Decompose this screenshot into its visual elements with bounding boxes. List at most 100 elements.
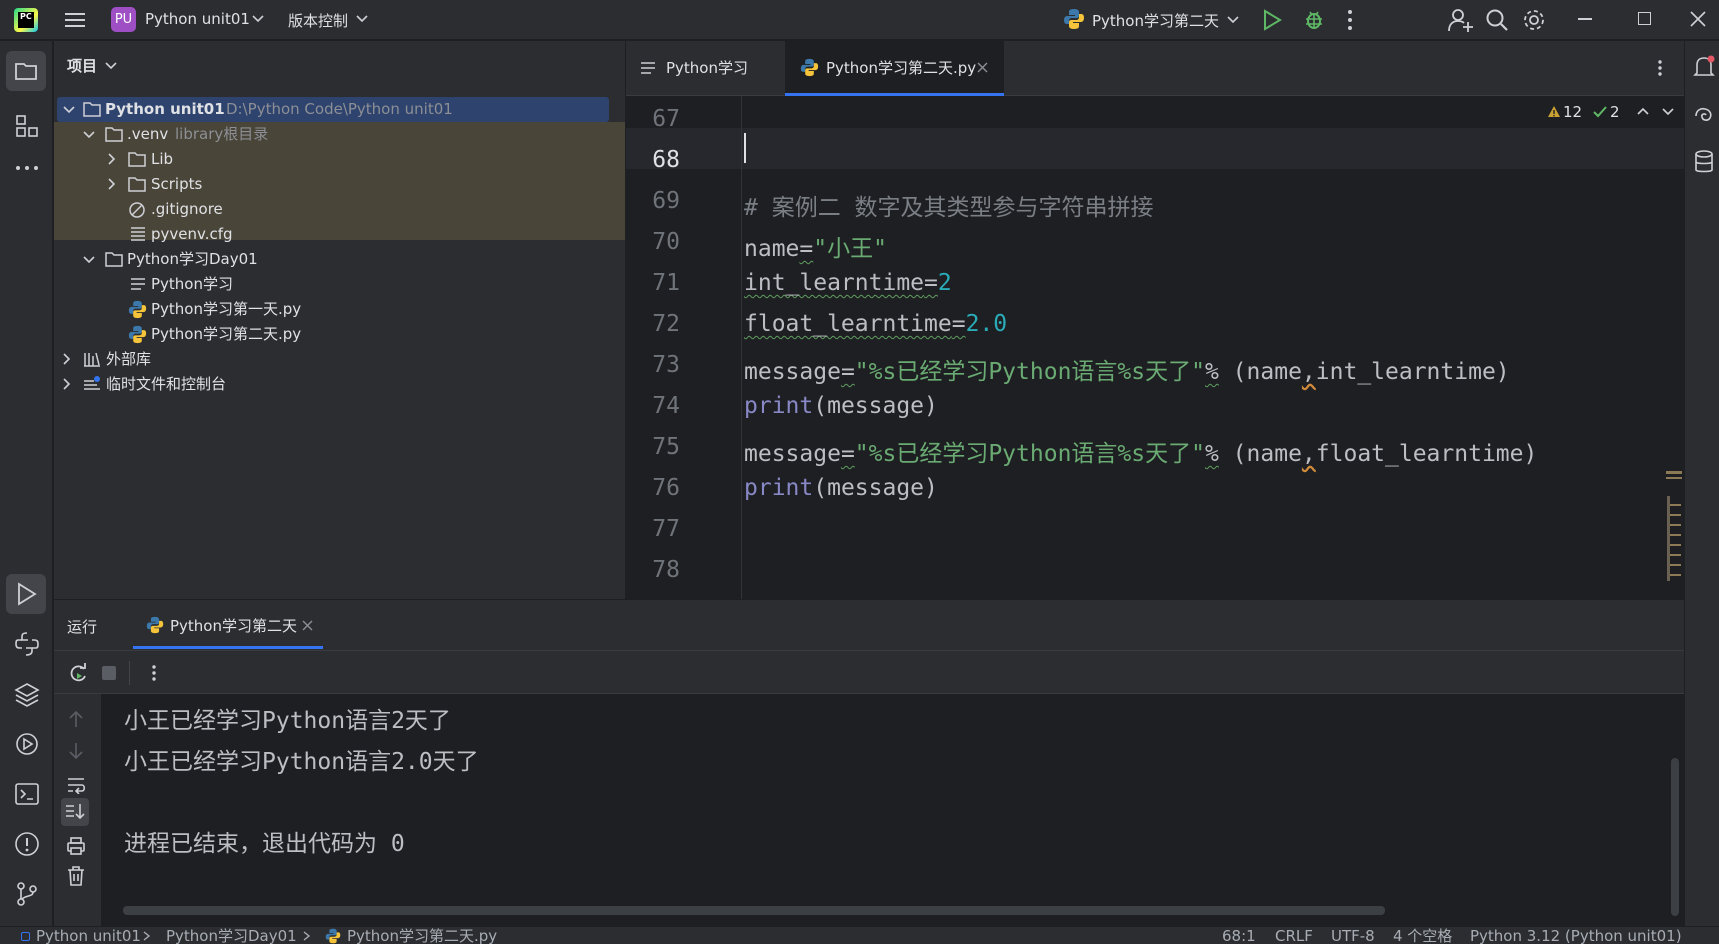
close-icon[interactable] bbox=[1690, 11, 1706, 27]
tree-row-scripts[interactable]: Scripts bbox=[54, 172, 625, 197]
console-horizontal-scrollbar[interactable] bbox=[123, 906, 1385, 915]
notifications-icon[interactable] bbox=[1693, 55, 1715, 79]
breadcrumb-project[interactable]: Python unit01 bbox=[36, 927, 141, 944]
main-menu-icon[interactable] bbox=[64, 10, 86, 30]
chevron-down-icon[interactable] bbox=[83, 130, 95, 140]
chevron-down-icon[interactable] bbox=[105, 61, 117, 71]
chevron-up-icon[interactable] bbox=[1637, 107, 1649, 116]
file-encoding[interactable]: UTF-8 bbox=[1331, 927, 1375, 944]
database-icon[interactable] bbox=[1694, 150, 1714, 174]
code-line-72[interactable]: float_learntime=2.0 bbox=[744, 311, 1007, 337]
ai-assistant-icon[interactable] bbox=[1693, 105, 1715, 127]
debug-icon[interactable] bbox=[1303, 9, 1325, 31]
project-badge[interactable]: PU bbox=[111, 7, 136, 32]
search-icon[interactable] bbox=[1485, 8, 1509, 32]
close-tab-icon[interactable] bbox=[977, 62, 988, 73]
arrow-down-icon[interactable] bbox=[68, 742, 84, 760]
more-tools-icon[interactable] bbox=[15, 164, 39, 172]
soft-wrap-icon[interactable] bbox=[66, 776, 86, 794]
project-tool-button[interactable] bbox=[6, 51, 46, 91]
more-vertical-icon[interactable] bbox=[1657, 59, 1663, 77]
chevron-down-icon[interactable] bbox=[356, 14, 368, 24]
chevron-down-icon[interactable] bbox=[1227, 15, 1239, 25]
services-icon[interactable] bbox=[14, 731, 40, 757]
python-interpreter[interactable]: Python 3.12 (Python unit01) bbox=[1470, 927, 1682, 944]
tab-active-day2[interactable]: Python学习第二天.py bbox=[785, 41, 1004, 96]
stop-icon[interactable] bbox=[102, 666, 116, 680]
line-number: 77 bbox=[652, 516, 680, 542]
code-line-71[interactable]: int_learntime=2 bbox=[744, 270, 952, 296]
arrow-up-icon[interactable] bbox=[68, 710, 84, 728]
ok-count[interactable]: 2 bbox=[1610, 103, 1620, 121]
code-line-76[interactable]: print(message) bbox=[744, 475, 938, 501]
pycharm-logo-icon[interactable]: PC bbox=[14, 8, 38, 32]
terminal-icon[interactable] bbox=[14, 781, 40, 807]
line-number: 73 bbox=[652, 352, 680, 378]
trash-icon[interactable] bbox=[67, 866, 85, 886]
tree-row-scratches[interactable]: 临时文件和控制台 bbox=[54, 372, 625, 397]
line-number: 75 bbox=[652, 434, 680, 460]
print-icon[interactable] bbox=[66, 836, 86, 856]
scroll-to-end-button[interactable] bbox=[61, 798, 89, 826]
warnings-count[interactable]: 12 bbox=[1563, 103, 1582, 121]
caret-position[interactable]: 68:1 bbox=[1222, 927, 1256, 944]
chevron-right-icon[interactable] bbox=[107, 178, 117, 190]
maximize-icon[interactable] bbox=[1638, 12, 1651, 25]
tree-row-venv[interactable]: .venv library根目录 bbox=[54, 122, 625, 147]
scroll-marker[interactable] bbox=[1666, 477, 1682, 479]
chevron-down-icon[interactable] bbox=[63, 105, 75, 115]
code-line-73[interactable]: message="%s已经学习Python语言%s天了"% (name,int_… bbox=[744, 352, 1510, 386]
chevron-right-icon[interactable] bbox=[107, 153, 117, 165]
editor-scrollbar[interactable] bbox=[1667, 496, 1681, 581]
line-separator[interactable]: CRLF bbox=[1275, 927, 1313, 944]
chevron-down-icon[interactable] bbox=[1662, 107, 1674, 116]
tree-row-day2-file[interactable]: Python学习第二天.py bbox=[54, 322, 625, 347]
layers-icon[interactable] bbox=[14, 681, 40, 707]
more-vertical-icon[interactable] bbox=[1347, 9, 1353, 31]
warning-icon[interactable] bbox=[1547, 105, 1561, 118]
scroll-marker[interactable] bbox=[1666, 471, 1682, 474]
code-line-69[interactable]: # 案例二 数字及其类型参与字符串拼接 bbox=[744, 188, 1154, 222]
title-bar: PC PU Python unit01 版本控制 Python学习第二天 bbox=[0, 0, 1719, 40]
line-number: 71 bbox=[652, 270, 680, 296]
tree-row-day01[interactable]: Python学习Day01 bbox=[54, 247, 625, 272]
add-user-icon[interactable] bbox=[1448, 7, 1474, 33]
tab-python-study[interactable]: Python学习 bbox=[666, 57, 748, 78]
run-tab[interactable]: Python学习第二天 bbox=[133, 614, 323, 646]
run-tool-button[interactable] bbox=[6, 574, 46, 614]
run-config-selector[interactable]: Python学习第二天 bbox=[1092, 10, 1219, 31]
problems-icon[interactable] bbox=[14, 831, 40, 857]
tree-row-root[interactable]: Python unit01 D:\Python Code\Python unit… bbox=[57, 97, 609, 122]
minimize-icon[interactable] bbox=[1578, 18, 1592, 20]
indent-setting[interactable]: 4 个空格 bbox=[1393, 927, 1452, 944]
code-line-70[interactable]: name="小王" bbox=[744, 229, 887, 263]
check-icon[interactable] bbox=[1593, 105, 1607, 118]
tree-row-external-libs[interactable]: 外部库 bbox=[54, 347, 625, 372]
tree-row-gitignore[interactable]: .gitignore bbox=[54, 197, 625, 222]
more-vertical-icon[interactable] bbox=[151, 664, 157, 682]
gear-icon[interactable] bbox=[1522, 8, 1546, 32]
tree-row-pyvenv[interactable]: pyvenv.cfg bbox=[54, 222, 625, 247]
tree-row-lib[interactable]: Lib bbox=[54, 147, 625, 172]
chevron-down-icon[interactable] bbox=[83, 255, 95, 265]
python-console-icon[interactable] bbox=[14, 631, 40, 657]
chevron-right-icon[interactable] bbox=[62, 353, 72, 365]
project-panel-title[interactable]: 项目 bbox=[67, 55, 97, 76]
code-line-75[interactable]: message="%s已经学习Python语言%s天了"% (name,floa… bbox=[744, 434, 1537, 468]
tree-row-python-study[interactable]: Python学习 bbox=[54, 272, 625, 297]
vcs-menu[interactable]: 版本控制 bbox=[288, 10, 348, 31]
git-icon[interactable] bbox=[14, 881, 40, 907]
code-line-74[interactable]: print(message) bbox=[744, 393, 938, 419]
line-number: 67 bbox=[652, 106, 680, 132]
project-name[interactable]: Python unit01 bbox=[145, 10, 250, 28]
console-vertical-scrollbar[interactable] bbox=[1671, 758, 1679, 916]
close-tab-icon[interactable] bbox=[302, 620, 313, 631]
rerun-icon[interactable] bbox=[68, 663, 88, 683]
chevron-right-icon[interactable] bbox=[62, 378, 72, 390]
run-icon[interactable] bbox=[1262, 9, 1282, 31]
structure-icon[interactable] bbox=[15, 114, 39, 138]
tree-row-day1-file[interactable]: Python学习第一天.py bbox=[54, 297, 625, 322]
chevron-down-icon[interactable] bbox=[252, 14, 264, 24]
breadcrumb-file[interactable]: Python学习第二天.py bbox=[347, 927, 497, 944]
breadcrumb-folder[interactable]: Python学习Day01 bbox=[166, 927, 297, 944]
